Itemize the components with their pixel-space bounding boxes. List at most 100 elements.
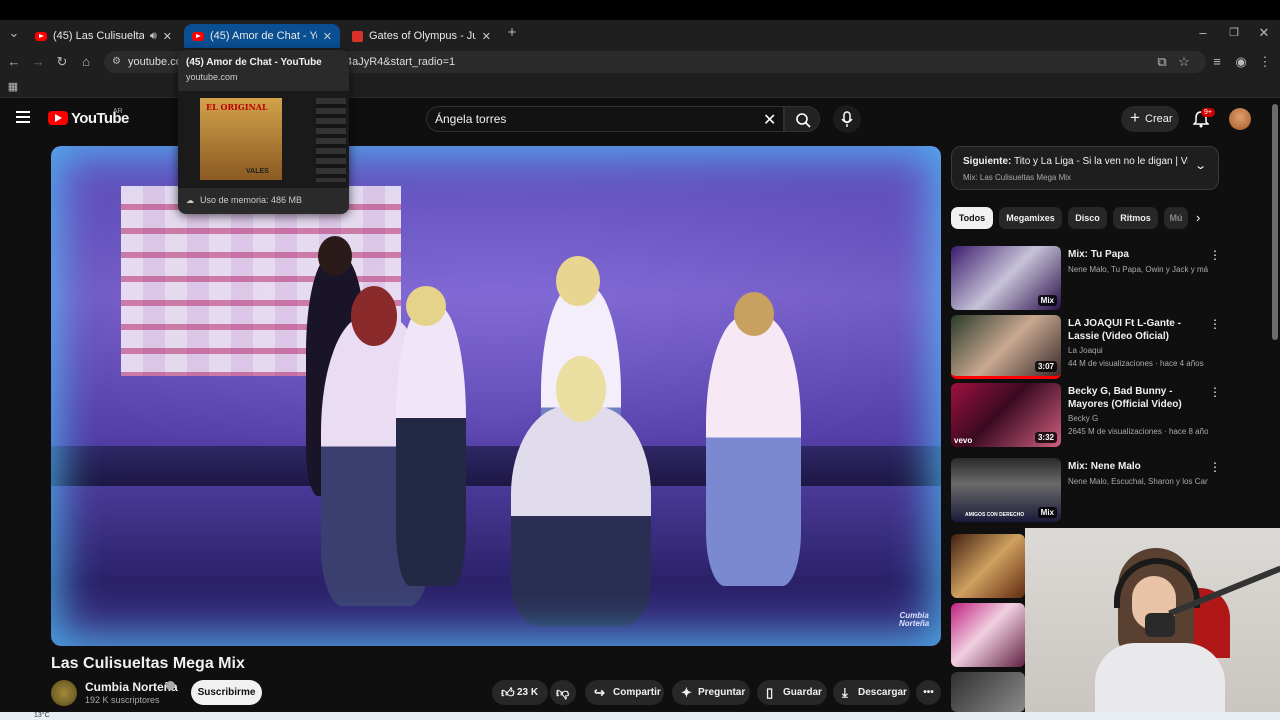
recommendation-channel: La Joaqui [1068, 346, 1103, 355]
hover-card-domain: youtube.com [186, 72, 238, 82]
download-button[interactable]: ⤓ Descargar [833, 680, 910, 705]
minimize-icon[interactable]: – [1194, 24, 1212, 42]
site-info-icon[interactable]: ⚙ [112, 51, 121, 73]
chip-megamixes[interactable]: Megamixes [999, 207, 1062, 229]
tab-title: (45) Amor de Chat - YouTube [210, 30, 317, 42]
youtube-logo-icon[interactable] [48, 111, 68, 125]
chevron-right-icon[interactable]: › [1196, 210, 1200, 225]
chip-musica[interactable]: Mú [1164, 207, 1188, 229]
download-icon: ⤓ [842, 685, 848, 700]
video-thumbnail[interactable] [951, 603, 1025, 667]
album-art-caption: VALES [246, 168, 269, 175]
video-player[interactable]: Cumbia Norteña [51, 146, 941, 646]
tab-hover-card: (45) Amor de Chat - YouTube youtube.com … [178, 50, 349, 214]
back-icon[interactable]: ← [5, 53, 23, 71]
share-icon: ↪ [594, 685, 605, 700]
search-input[interactable] [427, 107, 747, 131]
close-icon[interactable]: ✕ [482, 30, 491, 43]
duration-badge: 3:32 [1034, 432, 1057, 443]
recommendation-stats: 44 M de visualizaciones · hace 4 años [1068, 359, 1204, 368]
audio-icon[interactable]: 🔊︎ [150, 30, 157, 43]
install-icon[interactable]: ⧉ [1153, 53, 1171, 71]
menu-icon[interactable] [16, 111, 30, 123]
memory-icon: ☁ [186, 196, 194, 205]
up-next-title: Tito y La Liga - Si la ven no le digan |… [1013, 156, 1188, 167]
media-controls-icon[interactable]: ≡ [1208, 53, 1226, 71]
account-avatar[interactable] [1229, 108, 1251, 130]
close-icon[interactable]: ✕ [163, 30, 172, 43]
more-actions-button[interactable]: ••• [916, 680, 941, 705]
page-scrollbar[interactable] [1272, 104, 1278, 340]
youtube-icon [35, 31, 47, 41]
microphone-icon [841, 111, 853, 127]
recommendation-title[interactable]: Mix: Nene Malo [1068, 460, 1203, 473]
forward-icon[interactable]: → [29, 53, 47, 71]
more-vert-icon[interactable]: ⋮ [1209, 460, 1221, 474]
video-thumbnail[interactable] [951, 672, 1025, 712]
bookmark-icon: ▯ [766, 685, 774, 700]
menu-dots-icon[interactable]: ⋮ [1256, 53, 1274, 71]
dislike-button[interactable]: 👎︎ [550, 680, 576, 705]
country-code: AR [113, 108, 123, 115]
apps-grid-icon[interactable]: ▦ [4, 78, 22, 96]
taskbar [0, 712, 1280, 720]
window-top-strip [0, 0, 1280, 20]
recommendation-title[interactable]: Mix: Tu Papa [1068, 248, 1203, 261]
hover-card-title: (45) Amor de Chat - YouTube [186, 57, 322, 68]
more-vert-icon[interactable]: ⋮ [1209, 385, 1221, 399]
share-button[interactable]: ↪ Compartir [585, 680, 664, 705]
tab-gates-of-olympus[interactable]: Gates of Olympus - Jugá online ✕ [344, 24, 499, 48]
weather-temp: 13°C [34, 712, 50, 719]
profile-icon[interactable]: ◉ [1232, 53, 1250, 71]
more-vert-icon[interactable]: ⋮ [1209, 248, 1221, 262]
recommendation-item[interactable]: Mix Mix: Tu Papa Nene Malo, Tu Papa, Owi… [951, 246, 1221, 310]
recommendation-item[interactable]: AMIGOS CON DERECHO Mix Mix: Nene Malo Ne… [951, 458, 1221, 522]
album-art: EL ORIGINAL VALES [200, 98, 282, 180]
restore-icon[interactable]: ❐ [1225, 24, 1243, 42]
create-button[interactable]: Crear [1121, 105, 1179, 132]
search-box: ✕ [426, 106, 784, 132]
recommendation-channel: Nene Malo, Tu Papa, Owin y Jack y más [1068, 265, 1208, 274]
tab-culisueltas[interactable]: (45) Las Culisueltas Mega M 🔊︎ ✕ [27, 24, 180, 48]
recommendation-title[interactable]: LA JOAQUI Ft L-Gante - Lassie (Video Ofi… [1068, 317, 1203, 343]
up-next-panel[interactable]: Siguiente: Tito y La Liga - Si la ven no… [951, 146, 1219, 190]
new-tab-button[interactable]: + [503, 24, 521, 42]
mix-badge: Mix [1037, 507, 1057, 518]
more-vert-icon[interactable]: ⋮ [1209, 317, 1221, 331]
recommendation-title[interactable]: Becky G, Bad Bunny - Mayores (Official V… [1068, 385, 1203, 411]
chip-ritmos[interactable]: Ritmos [1113, 207, 1158, 229]
video-thumbnail[interactable]: 3:07 [951, 315, 1061, 379]
search-button[interactable] [784, 106, 820, 132]
thumbs-up-icon: 👍︎ [501, 685, 515, 700]
voice-search-button[interactable] [833, 105, 861, 133]
tab-amor-de-chat[interactable]: (45) Amor de Chat - YouTube ✕ [184, 24, 340, 48]
subscriber-count: 192 K suscriptores [85, 695, 160, 705]
memory-usage: ☁ Uso de memoria: 486 MB [186, 195, 303, 205]
url-query: 4aJyR4&start_radio=1 [346, 56, 456, 68]
preview-list [316, 98, 346, 182]
video-thumbnail[interactable]: AMIGOS CON DERECHO Mix [951, 458, 1061, 522]
recommendation-item[interactable]: vevo 3:32 Becky G, Bad Bunny - Mayores (… [951, 383, 1221, 447]
like-button[interactable]: 👍︎ 23 K [492, 680, 548, 705]
ask-button[interactable]: ✦ Preguntar [672, 680, 750, 705]
vevo-logo: vevo [954, 436, 973, 445]
save-button[interactable]: ▯ Guardar [757, 680, 827, 705]
thumbs-down-icon: 👎︎ [556, 685, 570, 700]
chevron-down-icon[interactable]: ⌄ [1194, 159, 1207, 172]
subscribe-button[interactable]: Suscribirme [191, 680, 262, 705]
video-thumbnail[interactable]: Mix [951, 246, 1061, 310]
video-thumbnail[interactable] [951, 534, 1025, 598]
bookmark-star-icon[interactable]: ☆ [1175, 53, 1193, 71]
channel-avatar[interactable] [51, 680, 77, 706]
chip-todos[interactable]: Todos [951, 207, 993, 229]
recommendation-item[interactable]: 3:07 LA JOAQUI Ft L-Gante - Lassie (Vide… [951, 315, 1221, 379]
reload-icon[interactable]: ↻ [53, 53, 71, 71]
channel-name[interactable]: Cumbia Norteña [85, 680, 178, 694]
close-window-icon[interactable]: ✕ [1255, 24, 1273, 42]
tab-search-icon[interactable]: ⌄ [5, 24, 23, 42]
home-icon[interactable]: ⌂ [77, 53, 95, 71]
chip-disco[interactable]: Disco [1068, 207, 1107, 229]
clear-search-icon[interactable]: ✕ [763, 110, 776, 130]
video-thumbnail[interactable]: vevo 3:32 [951, 383, 1061, 447]
close-icon[interactable]: ✕ [323, 30, 332, 43]
